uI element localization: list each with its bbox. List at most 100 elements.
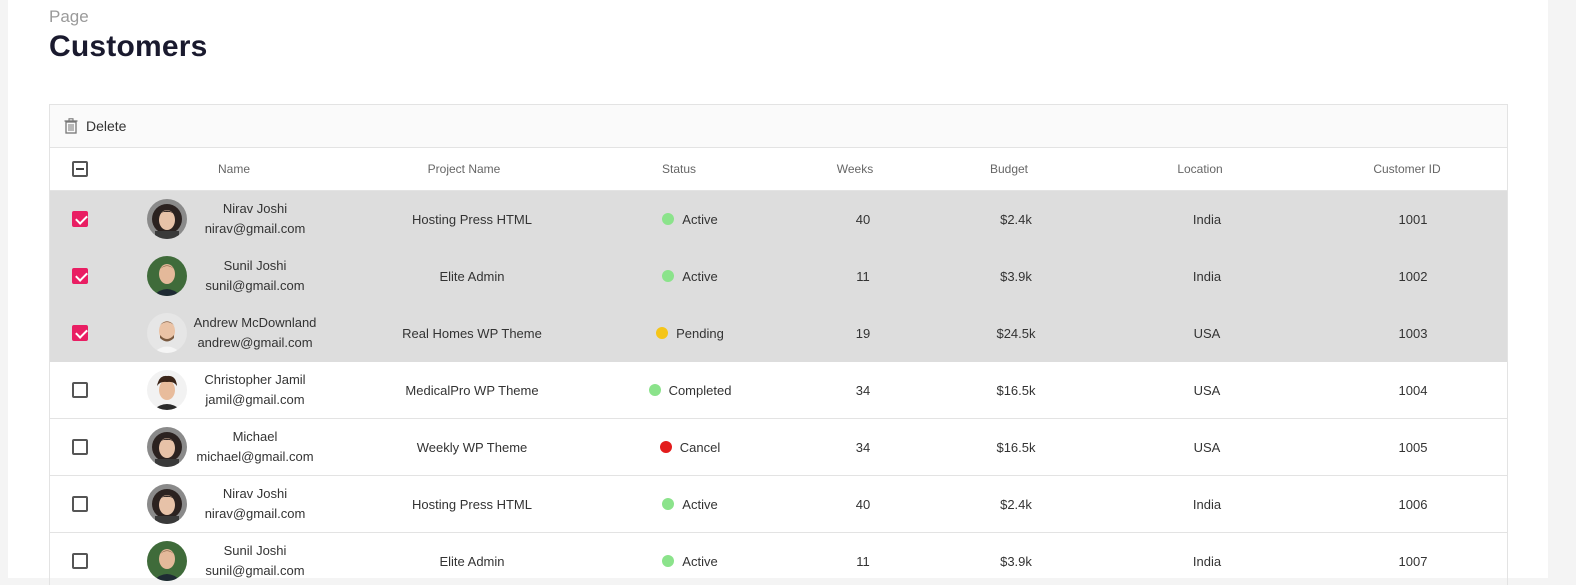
status-dot-icon: [662, 270, 675, 282]
table-row[interactable]: Nirav Joshi nirav@gmail.com Hosting Pres…: [50, 191, 1507, 248]
table-header-row: Name Project Name Status Weeks Budget Lo…: [50, 148, 1507, 191]
row-checkbox[interactable]: [72, 325, 88, 341]
avatar: [147, 256, 187, 296]
delete-button[interactable]: Delete: [64, 118, 126, 134]
status-label: Active: [682, 268, 718, 284]
project-name: Real Homes WP Theme: [402, 325, 542, 341]
customer-email: nirav@gmail.com: [204, 506, 306, 521]
table-toolbar: Delete: [50, 105, 1507, 148]
table-row[interactable]: Christopher Jamil jamil@gmail.com Medica…: [50, 362, 1507, 419]
customer-id-value: 1004: [1398, 382, 1428, 398]
avatar: [147, 427, 187, 467]
row-checkbox[interactable]: [72, 553, 88, 569]
table-row[interactable]: Sunil Joshi sunil@gmail.com Elite Admin …: [50, 248, 1507, 305]
status-dot-icon: [648, 384, 661, 396]
weeks-value: 34: [855, 439, 871, 455]
weeks-value: 11: [856, 268, 870, 284]
project-name: Elite Admin: [439, 553, 505, 569]
location-value: India: [1192, 268, 1222, 284]
customer-id-value: 1007: [1398, 553, 1428, 569]
weeks-value: 11: [856, 553, 870, 569]
table-body: Nirav Joshi nirav@gmail.com Hosting Pres…: [50, 191, 1507, 585]
row-checkbox[interactable]: [72, 496, 88, 512]
status-dot-icon: [662, 555, 675, 567]
location-value: India: [1192, 496, 1222, 512]
customer-email: sunil@gmail.com: [205, 278, 305, 293]
page-container: Page Customers Delete Name Project Name …: [8, 0, 1548, 585]
status-label: Active: [682, 211, 718, 227]
status-label: Active: [682, 496, 718, 512]
location-value: USA: [1193, 382, 1221, 398]
location-value: USA: [1193, 439, 1221, 455]
customer-email: michael@gmail.com: [196, 449, 314, 464]
customer-email: jamil@gmail.com: [205, 392, 305, 407]
project-name: Weekly WP Theme: [416, 439, 528, 455]
trash-icon: [64, 118, 78, 134]
location-value: USA: [1193, 325, 1221, 341]
row-checkbox[interactable]: [72, 211, 88, 227]
column-header-weeks[interactable]: Weeks: [820, 148, 890, 190]
customer-name: Sunil Joshi: [223, 543, 287, 558]
customer-id-value: 1002: [1398, 268, 1428, 284]
status-label: Cancel: [679, 439, 721, 455]
customer-email: nirav@gmail.com: [204, 221, 306, 236]
budget-value: $2.4k: [1000, 496, 1032, 512]
table-row[interactable]: Michael michael@gmail.com Weekly WP Them…: [50, 419, 1507, 476]
status-label: Completed: [668, 382, 732, 398]
status-dot-icon: [662, 498, 675, 510]
project-name: Hosting Press HTML: [412, 496, 532, 512]
customer-id-value: 1003: [1398, 325, 1428, 341]
page-title: Customers: [49, 30, 208, 63]
budget-value: $2.4k: [1000, 211, 1032, 227]
customer-email: andrew@gmail.com: [197, 335, 313, 350]
customer-id-value: 1001: [1398, 211, 1428, 227]
project-name: MedicalPro WP Theme: [405, 382, 539, 398]
avatar: [147, 370, 187, 410]
customer-name: Christopher Jamil: [204, 372, 306, 387]
avatar: [147, 313, 187, 353]
row-checkbox[interactable]: [72, 268, 88, 284]
column-header-project[interactable]: Project Name: [390, 148, 538, 190]
project-name: Hosting Press HTML: [412, 211, 532, 227]
avatar: [147, 484, 187, 524]
table-row[interactable]: Nirav Joshi nirav@gmail.com Hosting Pres…: [50, 476, 1507, 533]
status-label: Pending: [676, 325, 724, 341]
customers-table: Delete Name Project Name Status Weeks Bu…: [49, 104, 1508, 585]
breadcrumb[interactable]: Page: [49, 7, 89, 27]
location-value: India: [1192, 553, 1222, 569]
weeks-value: 34: [855, 382, 871, 398]
column-header-customer-id[interactable]: Customer ID: [1357, 148, 1457, 190]
status-dot-icon: [656, 327, 669, 339]
customer-name: Andrew McDownland: [193, 315, 317, 330]
status-label: Active: [682, 553, 718, 569]
budget-value: $16.5k: [996, 439, 1036, 455]
customer-id-value: 1005: [1398, 439, 1428, 455]
status-dot-icon: [662, 213, 675, 225]
status-dot-icon: [659, 441, 672, 453]
column-header-location[interactable]: Location: [1160, 148, 1240, 190]
avatar: [147, 541, 187, 581]
customer-id-value: 1006: [1398, 496, 1428, 512]
budget-value: $3.9k: [1000, 553, 1032, 569]
table-row[interactable]: Sunil Joshi sunil@gmail.com Elite Admin …: [50, 533, 1507, 585]
delete-label: Delete: [86, 118, 127, 134]
column-header-status[interactable]: Status: [620, 148, 738, 190]
column-header-budget[interactable]: Budget: [975, 148, 1043, 190]
avatar: [147, 199, 187, 239]
customer-name: Michael: [232, 429, 278, 444]
customer-name: Sunil Joshi: [223, 258, 287, 273]
column-header-name[interactable]: Name: [174, 148, 294, 190]
budget-value: $16.5k: [996, 382, 1036, 398]
weeks-value: 40: [855, 211, 871, 227]
row-checkbox[interactable]: [72, 382, 88, 398]
customer-email: sunil@gmail.com: [205, 563, 305, 578]
customer-name: Nirav Joshi: [222, 201, 288, 216]
location-value: India: [1192, 211, 1222, 227]
budget-value: $24.5k: [996, 325, 1036, 341]
select-all-checkbox[interactable]: [72, 161, 88, 177]
weeks-value: 40: [855, 496, 871, 512]
budget-value: $3.9k: [1000, 268, 1032, 284]
row-checkbox[interactable]: [72, 439, 88, 455]
table-row[interactable]: Andrew McDownland andrew@gmail.com Real …: [50, 305, 1507, 362]
project-name: Elite Admin: [439, 268, 505, 284]
